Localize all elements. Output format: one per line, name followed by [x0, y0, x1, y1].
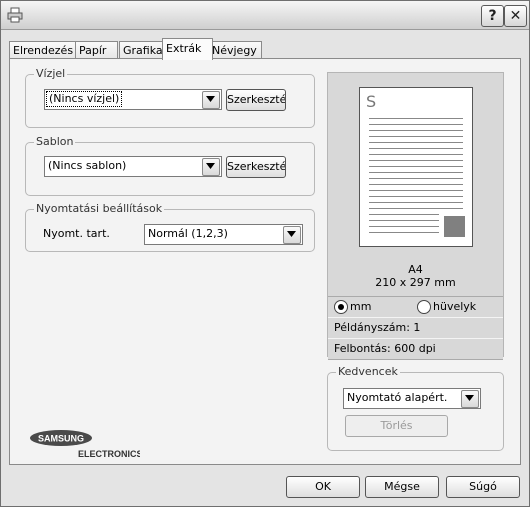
- samsung-logo: SAMSUNG ELECTRONICS: [30, 429, 143, 464]
- watermark-letter: S: [366, 92, 377, 111]
- chevron-down-icon[interactable]: [202, 158, 220, 176]
- overlay-group-title: Sablon: [34, 135, 76, 148]
- unit-inch-label[interactable]: hüvelyk: [433, 300, 476, 313]
- print-mode-select[interactable]: Normál (1,2,3): [144, 224, 303, 245]
- ok-button[interactable]: OK: [286, 476, 360, 498]
- unit-inch-radio[interactable]: [417, 300, 431, 314]
- help-title-button[interactable]: ?: [481, 5, 504, 27]
- chevron-down-icon[interactable]: [461, 390, 479, 408]
- page-preview: S: [359, 87, 473, 247]
- watermark-edit-button[interactable]: Szerkesztés: [226, 89, 286, 111]
- title-bar: ? ✕: [1, 1, 529, 30]
- print-preferences-dialog: ? ✕ Elrendezés Papír Grafika Extrák Névj…: [0, 0, 530, 507]
- samsung-logo-graphic: SAMSUNG ELECTRONICS: [30, 430, 143, 459]
- overlay-group: Sablon (Nincs sablon) Szerkesztés: [25, 135, 315, 196]
- unit-mm-label[interactable]: mm: [350, 300, 371, 313]
- cancel-button[interactable]: Mégse: [365, 476, 439, 498]
- tab-content-extras: Vízjel (Nincs vízjel) Szerkesztés Sablon…: [9, 58, 521, 465]
- close-button[interactable]: ✕: [504, 5, 527, 27]
- print-mode-label: Nyomt. tart.: [43, 227, 110, 240]
- watermark-select-value: (Nincs vízjel): [46, 91, 123, 107]
- help-button[interactable]: Súgó: [446, 476, 520, 498]
- copies-text: Példányszám: 1: [334, 321, 421, 334]
- watermark-group: Vízjel (Nincs vízjel) Szerkesztés: [25, 67, 315, 128]
- favorites-group: Kedvencek Nyomtató alapért. Törlés: [327, 365, 504, 451]
- watermark-select[interactable]: (Nincs vízjel): [44, 89, 222, 110]
- favorites-select-value: Nyomtató alapért.: [347, 391, 448, 404]
- unit-mm-radio[interactable]: [334, 300, 348, 314]
- paper-size: A4: [408, 263, 423, 276]
- print-mode-select-value: Normál (1,2,3): [148, 227, 228, 240]
- favorites-delete-button[interactable]: Törlés: [345, 415, 448, 437]
- chevron-down-icon[interactable]: [283, 226, 301, 244]
- copies-row: Példányszám: 1: [328, 317, 503, 339]
- print-options-group: Nyomtatási beállítások Nyomt. tart. Norm…: [25, 202, 315, 252]
- resolution-row: Felbontás: 600 dpi: [328, 338, 503, 360]
- svg-text:ELECTRONICS: ELECTRONICS: [78, 449, 140, 459]
- page-image-block: [444, 216, 465, 237]
- printer-icon: [7, 7, 23, 23]
- watermark-group-title: Vízjel: [34, 67, 68, 80]
- overlay-select-value: (Nincs sablon): [48, 159, 127, 172]
- overlay-edit-button[interactable]: Szerkesztés: [226, 156, 286, 178]
- favorites-select[interactable]: Nyomtató alapért.: [343, 388, 481, 409]
- svg-text:SAMSUNG: SAMSUNG: [38, 434, 84, 444]
- favorites-group-title: Kedvencek: [336, 365, 400, 378]
- chevron-down-icon[interactable]: [202, 91, 220, 109]
- overlay-select[interactable]: (Nincs sablon): [44, 156, 222, 177]
- paper-dimensions: 210 x 297 mm: [375, 276, 456, 289]
- tab-paper[interactable]: Papír: [75, 41, 118, 59]
- tab-about[interactable]: Névjegy: [208, 41, 262, 59]
- resolution-text: Felbontás: 600 dpi: [334, 342, 436, 355]
- print-options-group-title: Nyomtatási beállítások: [34, 202, 165, 215]
- tab-layout[interactable]: Elrendezés: [9, 41, 77, 59]
- unit-row: mm hüvelyk: [328, 296, 503, 318]
- page-preview-panel: S A4 210 x 297 mm mm hüvelyk Példányszám…: [327, 72, 504, 360]
- tab-extras[interactable]: Extrák: [162, 38, 213, 60]
